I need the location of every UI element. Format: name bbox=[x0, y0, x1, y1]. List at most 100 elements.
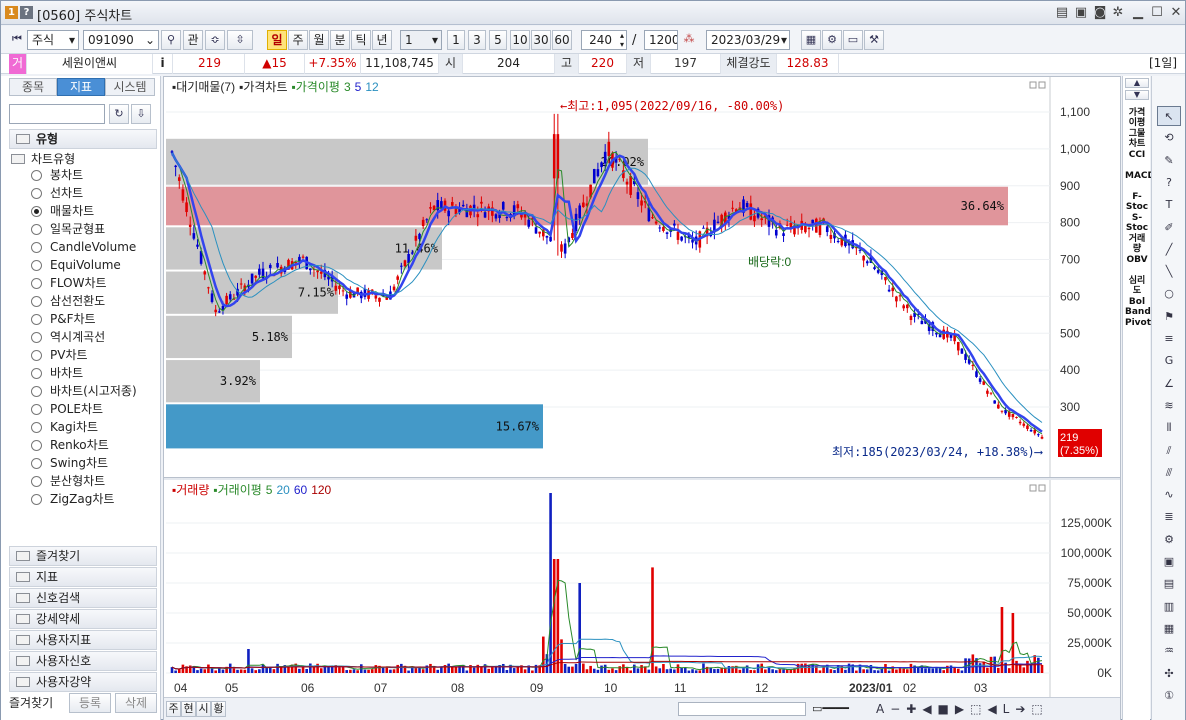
interval-3-button[interactable]: 3 bbox=[468, 30, 486, 50]
cursor-icon[interactable]: ↖ bbox=[1157, 106, 1181, 126]
scroll-track[interactable] bbox=[678, 702, 806, 716]
indicator-shortcut[interactable]: 가격이평 bbox=[1125, 108, 1149, 128]
page-icon[interactable]: ▤ bbox=[1157, 574, 1181, 594]
gear-icon[interactable]: ⚙ bbox=[822, 30, 842, 50]
sort-icon[interactable]: ≎ bbox=[205, 30, 225, 50]
period-0-button[interactable]: 일 bbox=[267, 30, 287, 50]
volume-legend-item[interactable]: 5 bbox=[266, 483, 273, 497]
marker-icon[interactable]: ✐ bbox=[1157, 218, 1181, 238]
indicator-shortcut[interactable]: 심리도 bbox=[1125, 276, 1149, 296]
text-icon[interactable]: T bbox=[1157, 195, 1181, 215]
download-icon[interactable]: ⇩ bbox=[131, 104, 151, 124]
group-item[interactable]: 지표 bbox=[9, 567, 157, 587]
camera-icon[interactable]: ◙ bbox=[1091, 4, 1109, 22]
indicator-shortcut[interactable]: OBV bbox=[1125, 255, 1149, 265]
interval-select[interactable]: 1 ▾ bbox=[400, 30, 442, 50]
group-item[interactable]: 사용자지표 bbox=[9, 630, 157, 650]
number-icon[interactable]: ① bbox=[1157, 686, 1181, 706]
price-legend-item[interactable]: ▪가격차트 bbox=[239, 80, 287, 94]
chart-area[interactable]: 1,100 1,000 900 800 700 600 500 400 300 20.02% 36.… bbox=[163, 76, 1121, 720]
price-legend-item[interactable]: 3 bbox=[344, 80, 351, 94]
period-1-button[interactable]: 주 bbox=[288, 30, 308, 50]
indicator-shortcut[interactable]: 그물차트 bbox=[1125, 129, 1149, 149]
maximize-button[interactable]: ☐ bbox=[1148, 4, 1166, 22]
volume-legend-item[interactable]: 60 bbox=[294, 483, 308, 497]
volume-legend-item[interactable]: ▪거래량 bbox=[172, 483, 209, 497]
interval-60-button[interactable]: 60 bbox=[552, 30, 572, 50]
group-item[interactable]: 사용자신호 bbox=[9, 651, 157, 671]
gann-icon[interactable]: G bbox=[1157, 351, 1181, 371]
period-5-button[interactable]: 년 bbox=[372, 30, 392, 50]
line-icon[interactable]: ╱ bbox=[1157, 240, 1181, 260]
level-icon[interactable]: ≣ bbox=[1157, 507, 1181, 527]
channel-icon[interactable]: ⫴ bbox=[1157, 418, 1181, 438]
angle-icon[interactable]: ∠ bbox=[1157, 374, 1181, 394]
pencil-icon[interactable]: ✎ bbox=[1157, 151, 1181, 171]
group-item[interactable]: 강세약세 bbox=[9, 609, 157, 629]
volume-legend-item[interactable]: ▪거래이평 bbox=[213, 483, 261, 497]
price-chart[interactable]: 1,1001,00090080070060050040030020.02%36.… bbox=[164, 77, 1120, 477]
period-2-button[interactable]: 월 bbox=[309, 30, 329, 50]
pane-splitter[interactable] bbox=[164, 477, 1120, 480]
price-legend-item[interactable]: 12 bbox=[365, 80, 379, 94]
scroll-up-icon[interactable]: ▲ bbox=[1125, 78, 1149, 88]
link-icon[interactable]: ▤ bbox=[1053, 4, 1071, 22]
save-icon[interactable]: ▭ bbox=[843, 30, 863, 50]
zoom-slider[interactable]: ▭━━━━ bbox=[812, 701, 870, 717]
interval-1-button[interactable]: 1 bbox=[447, 30, 465, 50]
tab-stocks[interactable]: 종목 bbox=[9, 78, 57, 96]
hline-icon[interactable]: ≡ bbox=[1157, 329, 1181, 349]
minimize-button[interactable]: ▁ bbox=[1129, 4, 1147, 22]
info-icon[interactable]: i bbox=[153, 54, 173, 74]
settings-icon[interactable]: ✲ bbox=[1109, 4, 1127, 22]
price-legend-item[interactable]: ▪대기매물(7) bbox=[172, 80, 235, 94]
search-icon[interactable]: ⚲ bbox=[161, 30, 181, 50]
magnet-icon[interactable]: ♒ bbox=[1157, 641, 1181, 661]
help-icon[interactable]: ? bbox=[1157, 173, 1181, 193]
market-select[interactable]: 주식 ▾ bbox=[27, 30, 79, 50]
group-item[interactable]: 신호검색 bbox=[9, 588, 157, 608]
interval-30-button[interactable]: 30 bbox=[531, 30, 551, 50]
period-4-button[interactable]: 틱 bbox=[351, 30, 371, 50]
interval-10-button[interactable]: 10 bbox=[510, 30, 530, 50]
volume-legend-item[interactable]: 120 bbox=[311, 483, 331, 497]
trend-icon[interactable]: ⫽ bbox=[1157, 441, 1181, 461]
auto-icon[interactable]: ⚙ bbox=[1157, 530, 1181, 550]
prev-stock-icon[interactable]: ⏮ bbox=[7, 30, 27, 50]
total-input[interactable]: 1200 bbox=[644, 30, 678, 50]
circle-icon[interactable]: ○ bbox=[1157, 284, 1181, 304]
group-item[interactable]: 즐겨찾기 bbox=[9, 546, 157, 566]
volume-legend-item[interactable]: 20 bbox=[276, 483, 290, 497]
indicator-shortcut[interactable]: 거래량 bbox=[1125, 234, 1149, 254]
interest-button[interactable]: 관 bbox=[183, 30, 203, 50]
indicator-shortcut[interactable]: CCI bbox=[1125, 150, 1149, 160]
help-icon[interactable]: ? bbox=[20, 6, 33, 19]
status-tab[interactable]: 시 bbox=[196, 701, 211, 717]
group-item[interactable]: 사용자강약 bbox=[9, 672, 157, 692]
favorites-footer[interactable]: 즐겨찾기 bbox=[9, 693, 69, 713]
tools-icon[interactable]: ⚒ bbox=[864, 30, 884, 50]
indicator-shortcut[interactable]: F-Stoc bbox=[1125, 192, 1149, 212]
count-input[interactable]: 240 ▴ ▾ bbox=[581, 30, 627, 50]
layout-icon[interactable]: ▣ bbox=[1072, 4, 1090, 22]
undo-icon[interactable]: ⟲ bbox=[1157, 128, 1181, 148]
wave-icon[interactable]: ∿ bbox=[1157, 485, 1181, 505]
indicator-shortcut[interactable]: Bol Band bbox=[1125, 297, 1151, 317]
delete-button[interactable]: 삭제 bbox=[115, 693, 157, 713]
pin-icon[interactable]: ✣ bbox=[1157, 664, 1181, 684]
window-icon[interactable]: ▣ bbox=[1157, 552, 1181, 572]
fib-icon[interactable]: ≋ bbox=[1157, 396, 1181, 416]
nav-icons[interactable]: A−✚◀■▶⬚◀L➔⬚ bbox=[876, 700, 1116, 718]
status-tab[interactable]: 황 bbox=[211, 701, 226, 717]
indicator-shortcut[interactable]: MACD bbox=[1125, 171, 1155, 181]
indicator-shortcut[interactable]: Pivot bbox=[1125, 318, 1151, 328]
tab-system[interactable]: 시스템 bbox=[105, 78, 155, 96]
tab-indicators[interactable]: 지표 bbox=[57, 78, 105, 96]
chart-settings-icon[interactable]: ▦ bbox=[801, 30, 821, 50]
status-tab[interactable]: 주 bbox=[166, 701, 181, 717]
stock-code-input[interactable]: 091090 ⌄ bbox=[83, 30, 159, 50]
volume-chart[interactable]: 125,000K 100,000K 75,000K 50,000K 25,000K 0K ▪… bbox=[164, 480, 1120, 697]
flag-icon[interactable]: ⚑ bbox=[1157, 307, 1181, 327]
close-button[interactable]: ✕ bbox=[1167, 4, 1185, 22]
price-legend-item[interactable]: 5 bbox=[355, 80, 362, 94]
